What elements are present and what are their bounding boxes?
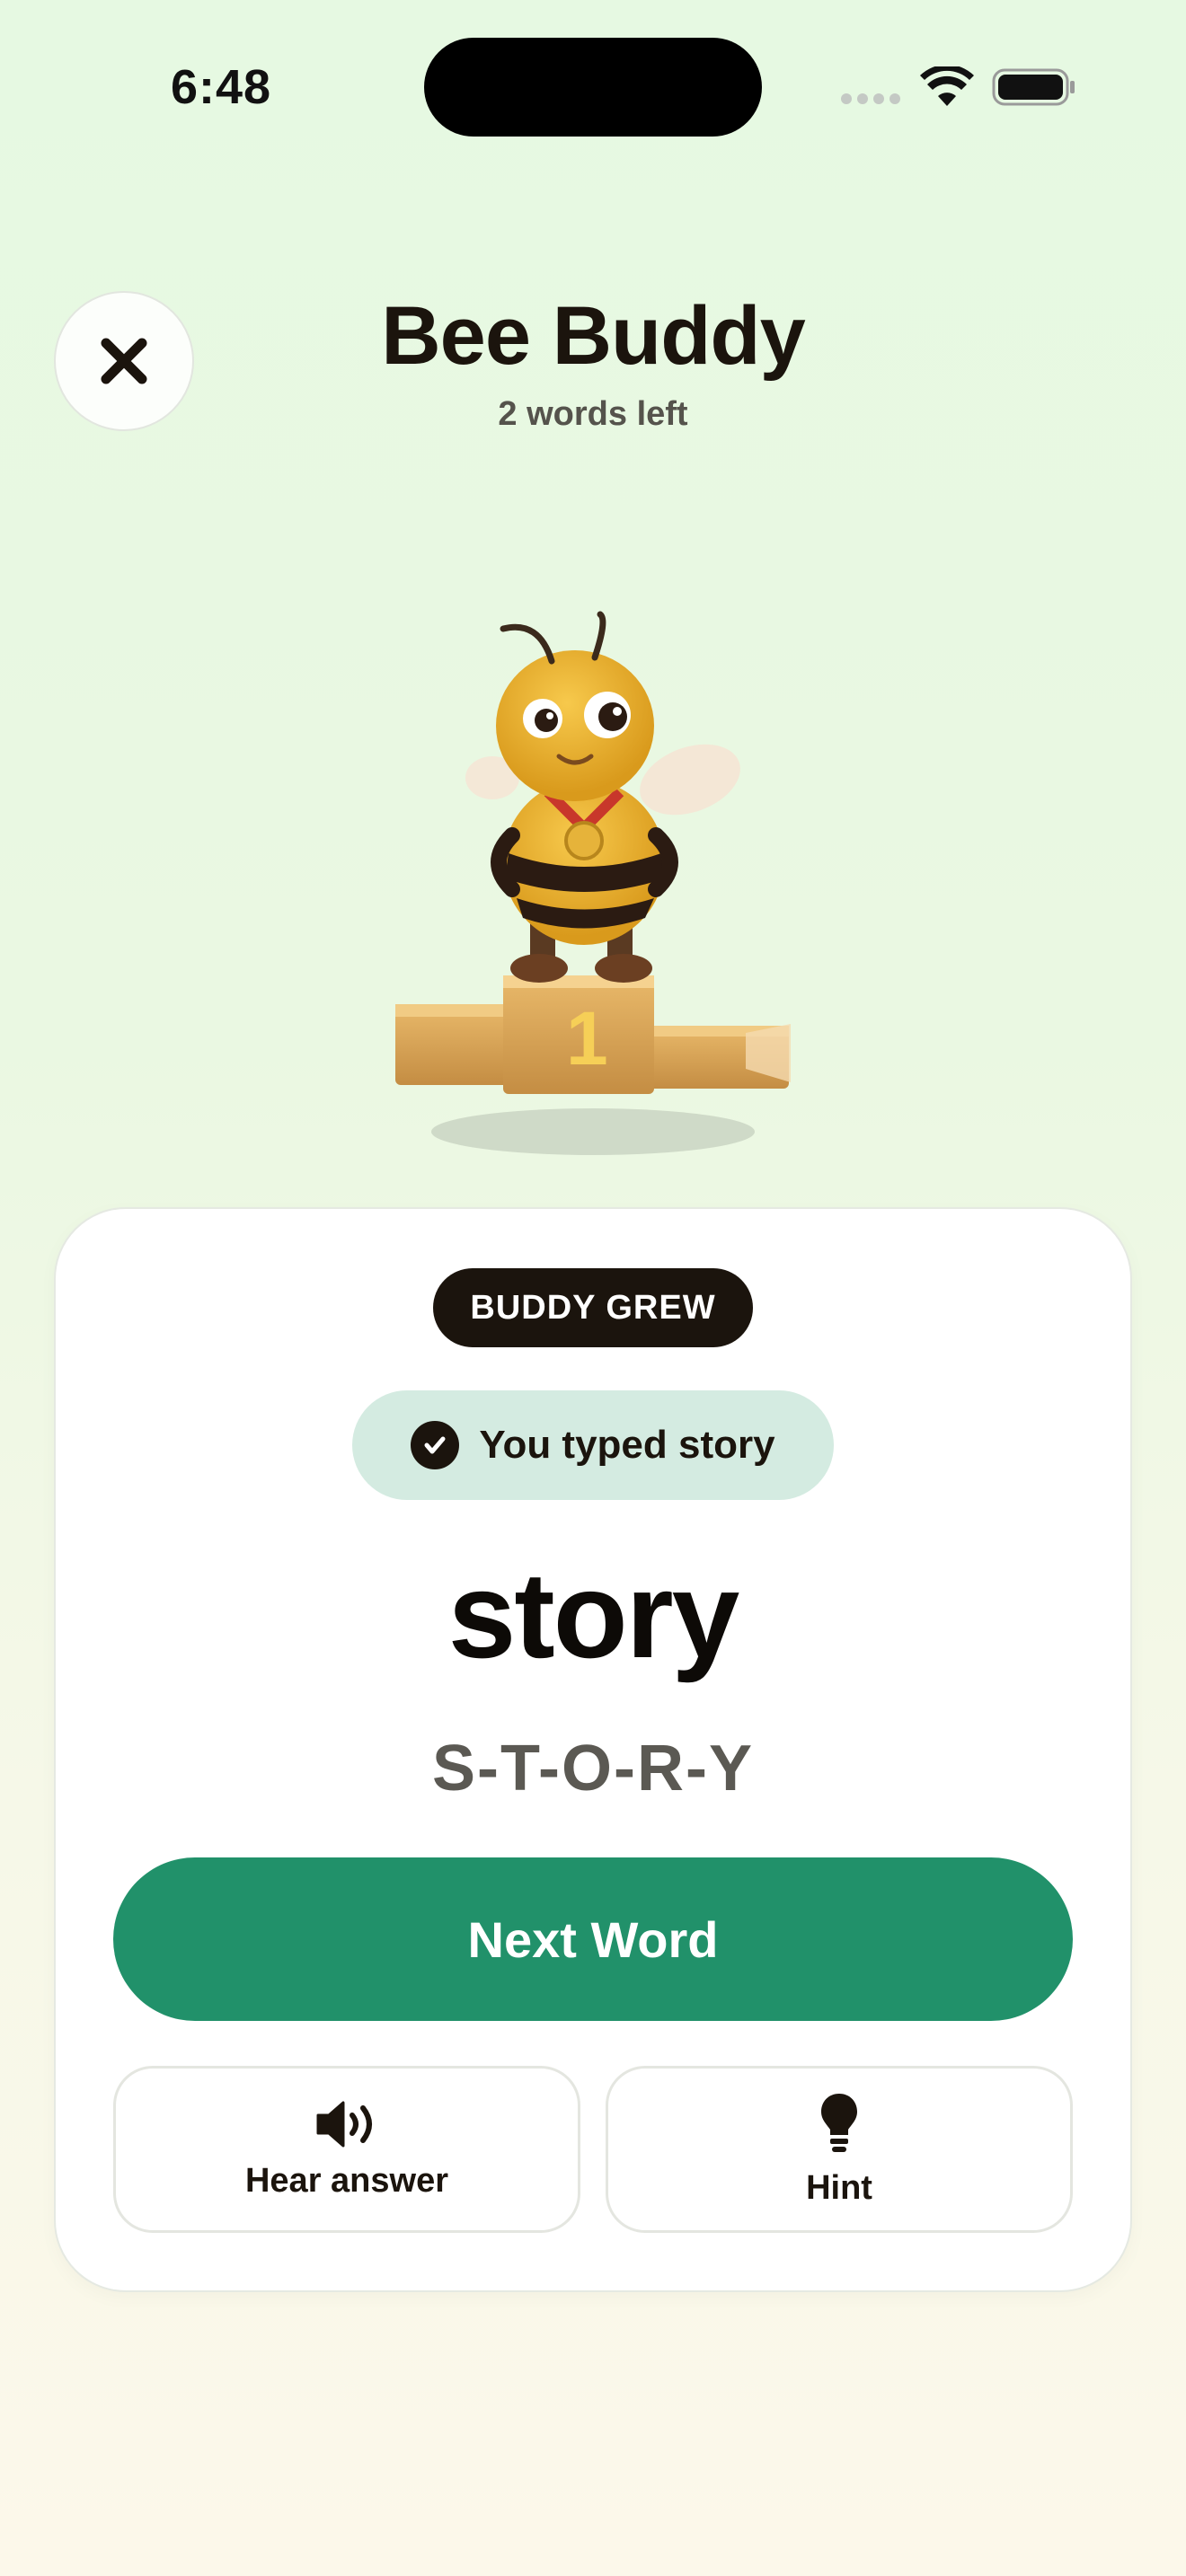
target-word: story (447, 1547, 740, 1683)
page-title: Bee Buddy (381, 290, 806, 382)
typed-feedback-text: You typed story (479, 1423, 775, 1467)
hint-button[interactable]: Hint (606, 2066, 1073, 2233)
podium-number: 1 (566, 996, 608, 1081)
status-badge: BUDDY GREW (433, 1268, 753, 1347)
bee-mascot-illustration: 1 (395, 611, 791, 1155)
hear-answer-button[interactable]: Hear answer (113, 2066, 580, 2233)
dynamic-island (424, 38, 762, 137)
lightbulb-icon (821, 2093, 857, 2152)
status-time: 6:48 (171, 60, 272, 114)
words-left-label: 2 words left (498, 395, 688, 433)
typed-feedback-chip: You typed story (352, 1390, 834, 1500)
cellular-signal-icon (841, 93, 904, 106)
wifi-icon (920, 66, 974, 106)
hint-label: Hint (806, 2168, 872, 2207)
battery-icon (992, 68, 1075, 106)
next-word-button[interactable]: Next Word (113, 1857, 1073, 2021)
hear-answer-label: Hear answer (244, 2161, 448, 2200)
word-spelling: S-T-O-R-Y (432, 1733, 754, 1804)
speaker-icon (316, 2101, 372, 2147)
check-icon (411, 1421, 460, 1469)
